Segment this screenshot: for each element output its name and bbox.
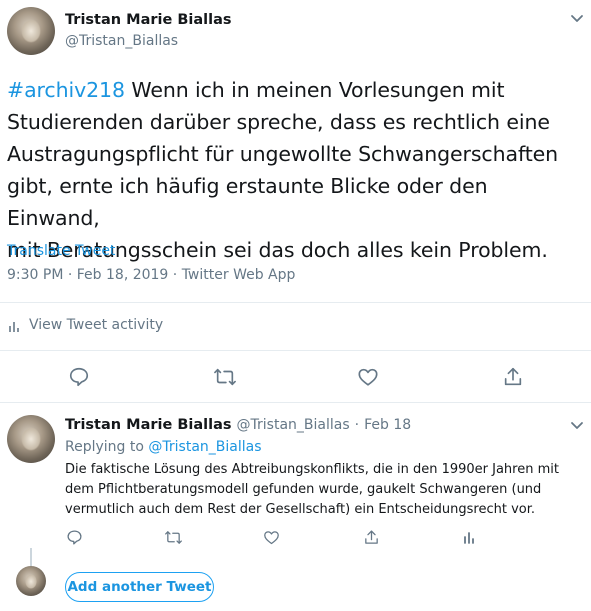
view-activity-label: View Tweet activity — [29, 317, 164, 333]
replying-to: Replying to @Tristan_Biallas — [65, 439, 262, 455]
tweet-text-line: Austragungspflicht für ungewollte Schwan… — [7, 142, 559, 166]
reply-tweet-text: Die faktische Lösung des Abtreibungskonf… — [65, 460, 585, 520]
main-tweet-text: #archiv218 Wenn ich in meinen Vorlesunge… — [7, 74, 582, 266]
header-separator: · — [354, 417, 360, 433]
reply-icon[interactable] — [64, 527, 84, 547]
add-another-tweet-button[interactable]: Add another Tweet — [65, 572, 214, 602]
reply-date[interactable]: Feb 18 — [364, 417, 411, 433]
main-avatar[interactable] — [7, 7, 55, 55]
replying-handle-link[interactable]: @Tristan_Biallas — [148, 439, 261, 455]
thread-line — [30, 548, 32, 566]
reply-avatar[interactable] — [7, 415, 55, 463]
chevron-down-icon[interactable] — [566, 415, 588, 437]
retweet-icon[interactable] — [162, 527, 184, 547]
reply-text-line: dem Pflichtberatungsmodell gefunden wurd… — [65, 482, 542, 497]
reply-author-handle[interactable]: @Tristan_Biallas — [237, 417, 350, 433]
share-icon[interactable] — [500, 364, 526, 390]
tweet-text-line: gibt, ernte ich häufig erstaunte Blicke … — [7, 174, 488, 230]
reply-author-name[interactable]: Tristan Marie Biallas — [65, 417, 232, 433]
divider — [0, 302, 591, 303]
hashtag-link[interactable]: #archiv218 — [7, 78, 125, 102]
reply-text-line: Die faktische Lösung des Abtreibungskonf… — [65, 462, 559, 477]
tweet-text-line: Wenn ich in meinen Vorlesungen mit — [124, 78, 505, 102]
tweet-text-line: Studierenden darüber spreche, dass es re… — [7, 110, 550, 134]
bar-chart-icon[interactable] — [459, 527, 479, 547]
composer-avatar[interactable] — [16, 566, 46, 596]
main-author-name[interactable]: Tristan Marie Biallas — [65, 12, 232, 28]
view-activity-button[interactable]: View Tweet activity — [7, 317, 163, 333]
like-icon[interactable] — [261, 527, 281, 547]
translate-tweet-link[interactable]: Translate Tweet — [7, 243, 115, 259]
bar-chart-icon — [7, 318, 21, 332]
share-icon[interactable] — [361, 527, 381, 547]
reply-header: Tristan Marie Biallas @Tristan_Biallas ·… — [65, 417, 411, 433]
reply-text-line: vermutlich auch dem Rest der Gesellschaf… — [65, 502, 535, 517]
like-icon[interactable] — [355, 364, 381, 390]
replying-prefix: Replying to — [65, 439, 149, 455]
divider — [0, 350, 591, 351]
retweet-icon[interactable] — [212, 364, 238, 390]
reply-icon[interactable] — [66, 364, 92, 390]
main-author-handle[interactable]: @Tristan_Biallas — [65, 33, 178, 49]
divider — [0, 402, 591, 403]
chevron-down-icon[interactable] — [566, 8, 588, 30]
tweet-timestamp[interactable]: 9:30 PM · Feb 18, 2019 · Twitter Web App — [7, 267, 295, 283]
